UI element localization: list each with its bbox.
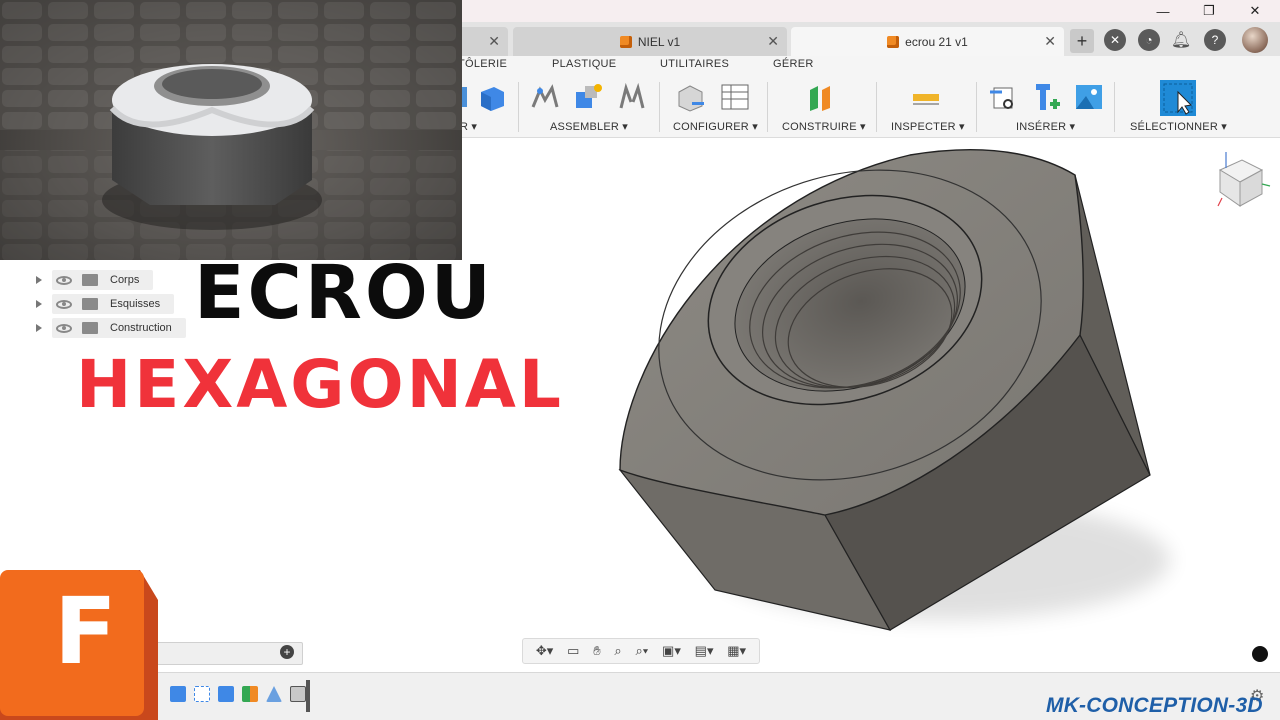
close-icon: ✕ bbox=[1249, 3, 1261, 18]
ribbon-tab-tolerie[interactable]: TÔLERIE bbox=[458, 58, 507, 70]
comment-bubble-icon[interactable] bbox=[1252, 646, 1268, 662]
title-hexagonal: HEXAGONAL bbox=[76, 346, 564, 423]
ribbon-group-inspecter[interactable]: INSPECTER ▾ bbox=[891, 120, 965, 133]
design-cube-icon bbox=[887, 35, 900, 48]
extensions-icon[interactable]: ✕ bbox=[1104, 29, 1126, 51]
tab-label: ecrou 21 v1 bbox=[905, 34, 968, 49]
close-window-button[interactable]: ✕ bbox=[1232, 0, 1278, 22]
tab-close-icon[interactable]: ✕ bbox=[767, 33, 779, 50]
visibility-eye-icon[interactable] bbox=[56, 323, 72, 333]
browser-item-corps[interactable]: Corps bbox=[36, 270, 154, 290]
help-icon[interactable]: ? bbox=[1204, 29, 1226, 51]
restore-icon: ❐ bbox=[1203, 3, 1215, 18]
measure-icon[interactable] bbox=[911, 82, 941, 112]
joint-icon[interactable] bbox=[530, 82, 560, 112]
tab-close-icon[interactable]: ✕ bbox=[488, 33, 500, 50]
viewports-icon[interactable]: ▦▾ bbox=[727, 643, 746, 659]
add-comment-icon[interactable]: + bbox=[280, 645, 294, 659]
ribbon-group-selectionner[interactable]: SÉLECTIONNER ▾ bbox=[1130, 120, 1227, 133]
new-tab-button[interactable]: + bbox=[1070, 29, 1094, 53]
display-settings-icon[interactable]: ▣▾ bbox=[662, 643, 681, 659]
grid-settings-icon[interactable]: ▤▾ bbox=[695, 643, 714, 659]
restore-button[interactable]: ❐ bbox=[1186, 0, 1232, 22]
ribbon-group-construire[interactable]: CONSTRUIRE ▾ bbox=[782, 120, 866, 133]
viewcube-navigation[interactable] bbox=[1212, 148, 1274, 214]
new-component-icon[interactable] bbox=[573, 82, 603, 112]
browser-item-esquisses[interactable]: Esquisses bbox=[36, 294, 175, 314]
rendered-nut-photo bbox=[0, 0, 462, 260]
expand-triangle-icon[interactable] bbox=[36, 276, 42, 284]
expand-triangle-icon[interactable] bbox=[36, 300, 42, 308]
ribbon-group-inserer[interactable]: INSÉRER ▾ bbox=[1016, 120, 1075, 133]
ribbon-group-configurer[interactable]: CONFIGURER ▾ bbox=[673, 120, 758, 133]
pan-hand-icon[interactable]: ✋︎ bbox=[593, 643, 600, 659]
browser-item-label: Esquisses bbox=[110, 298, 161, 310]
navigation-bar: ✥▾ ▭ ✋︎ ⌕ ⌕▾ ▣▾ ▤▾ ▦▾ bbox=[522, 638, 760, 664]
configuration-table-icon[interactable] bbox=[720, 82, 750, 112]
look-at-icon[interactable]: ▭ bbox=[567, 643, 579, 659]
zoom-icon[interactable]: ⌕ bbox=[614, 643, 621, 659]
folder-icon bbox=[82, 298, 98, 310]
timeline-marker[interactable] bbox=[306, 680, 310, 712]
ribbon-tab-plastique[interactable]: PLASTIQUE bbox=[552, 58, 616, 70]
folder-icon bbox=[82, 322, 98, 334]
group-separator bbox=[1114, 82, 1115, 132]
user-avatar[interactable] bbox=[1242, 27, 1268, 53]
job-status-icon[interactable]: ◔ bbox=[1138, 29, 1160, 51]
visibility-eye-icon[interactable] bbox=[56, 299, 72, 309]
ribbon-group-create[interactable]: R ▾ bbox=[460, 120, 477, 133]
timeline-feature-icon[interactable] bbox=[170, 686, 186, 702]
box-icon[interactable] bbox=[476, 82, 506, 112]
folder-icon bbox=[82, 274, 98, 286]
brand-watermark: MK-CONCEPTION-3D bbox=[1046, 694, 1263, 717]
offset-plane-icon[interactable] bbox=[806, 82, 836, 112]
tab-close-icon[interactable]: ✕ bbox=[1044, 33, 1056, 50]
visibility-eye-icon[interactable] bbox=[56, 275, 72, 285]
viewport-hex-nut-model[interactable] bbox=[580, 140, 1220, 660]
notifications-icon[interactable]: 🔔︎ bbox=[1170, 29, 1192, 51]
timeline-extrude-icon[interactable] bbox=[218, 686, 234, 702]
timeline-plane-icon[interactable] bbox=[242, 686, 258, 702]
document-tab-ecrou[interactable]: ecrou 21 v1 ✕ bbox=[791, 27, 1064, 56]
tab-label: NIEL v1 bbox=[637, 34, 681, 49]
plus-icon: + bbox=[1076, 30, 1088, 51]
comments-panel[interactable]: + bbox=[150, 642, 303, 665]
fit-icon[interactable]: ⌕▾ bbox=[636, 643, 649, 659]
group-separator bbox=[659, 82, 660, 132]
group-separator bbox=[976, 82, 977, 132]
ribbon-tab-utilitaires[interactable]: UTILITAIRES bbox=[660, 58, 729, 70]
browser-item-label: Corps bbox=[110, 274, 140, 286]
ribbon-tab-gerer[interactable]: GÉRER bbox=[773, 58, 814, 70]
expand-triangle-icon[interactable] bbox=[36, 324, 42, 332]
design-cube-icon bbox=[619, 35, 632, 48]
browser-item-construction[interactable]: Construction bbox=[36, 318, 186, 338]
insert-mcmaster-icon[interactable] bbox=[1032, 82, 1062, 112]
timeline-thread-icon[interactable] bbox=[290, 686, 306, 702]
title-ecrou: ECROU bbox=[194, 250, 494, 336]
group-separator bbox=[518, 82, 519, 132]
configure-icon[interactable] bbox=[676, 82, 706, 112]
insert-derive-icon[interactable] bbox=[988, 82, 1018, 112]
ribbon-group-assembler[interactable]: ASSEMBLER ▾ bbox=[550, 120, 628, 133]
document-tab-niel[interactable]: NIEL v1 ✕ bbox=[513, 27, 787, 56]
minimize-icon: — bbox=[1156, 3, 1170, 19]
select-icon[interactable] bbox=[1158, 78, 1198, 118]
browser-item-label: Construction bbox=[110, 322, 172, 334]
as-built-joint-icon[interactable] bbox=[617, 82, 647, 112]
timeline-sketch-icon[interactable] bbox=[194, 686, 210, 702]
group-separator bbox=[876, 82, 877, 132]
minimize-button[interactable]: — bbox=[1140, 0, 1186, 22]
fusion-logo-letter: F bbox=[54, 578, 117, 685]
orbit-icon[interactable]: ✥▾ bbox=[536, 643, 553, 659]
insert-canvas-icon[interactable] bbox=[1074, 82, 1104, 112]
group-separator bbox=[767, 82, 768, 132]
